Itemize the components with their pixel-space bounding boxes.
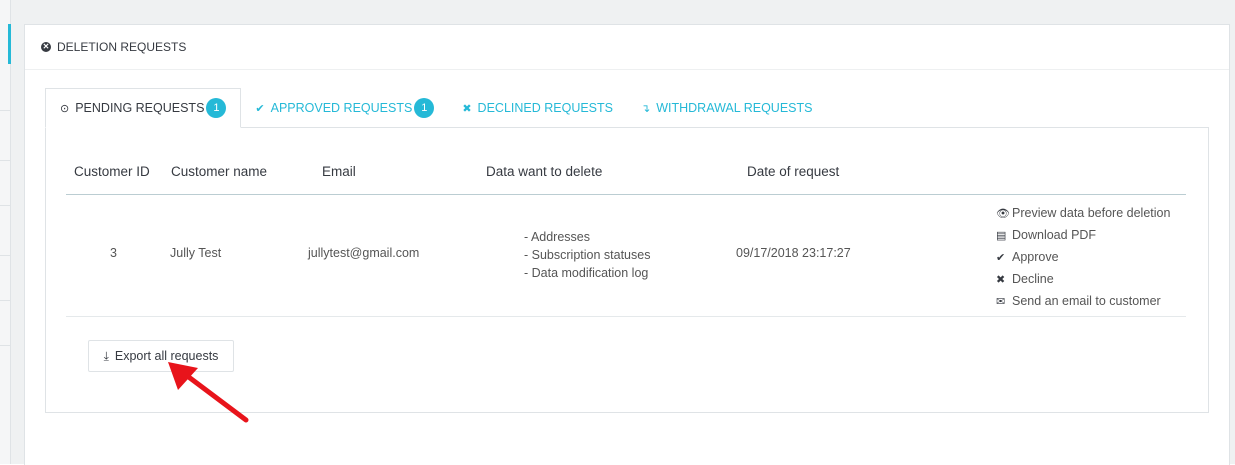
tab-declined-requests[interactable]: ✖ DECLINED REQUESTS: [448, 88, 627, 128]
arrow-down-icon: ↴: [641, 102, 651, 115]
x-icon: ✖: [996, 274, 1006, 286]
tab-approved-requests[interactable]: ✔ APPROVED REQUESTS 1: [241, 88, 448, 128]
delete-item: - Subscription statuses: [524, 248, 651, 262]
preview-data-link[interactable]: 👁 Preview data before deletion: [996, 203, 1170, 225]
envelope-icon: ✉: [996, 296, 1006, 308]
column-header-date: Date of request: [747, 164, 840, 179]
tab-label: WITHDRAWAL REQUESTS: [656, 101, 813, 115]
delete-item: - Addresses: [524, 230, 591, 244]
column-header-data-to-delete: Data want to delete: [486, 164, 603, 179]
send-email-link[interactable]: ✉ Send an email to customer: [996, 291, 1170, 313]
file-icon: ▤: [996, 230, 1007, 242]
download-icon: ⤓: [103, 348, 109, 363]
check-icon: ✔: [996, 252, 1006, 264]
count-badge: 1: [206, 98, 227, 118]
decline-link[interactable]: ✖ Decline: [996, 269, 1170, 291]
count-badge: 1: [414, 98, 435, 118]
header-divider: [66, 194, 1186, 195]
cell-customer-name: Jully Test: [170, 246, 222, 260]
delete-item: - Data modification log: [524, 266, 649, 280]
close-circle-icon: ✕: [41, 42, 51, 52]
tab-pending-requests[interactable]: ⊙ PENDING REQUESTS 1: [45, 88, 242, 128]
x-icon: ✖: [462, 102, 472, 115]
request-tabs: ⊙ PENDING REQUESTS 1 ✔ APPROVED REQUESTS…: [45, 88, 826, 128]
row-actions: 👁 Preview data before deletion ▤ Download …: [996, 203, 1170, 313]
check-icon: ✔: [255, 102, 265, 115]
cell-email: jullytest@gmail.com: [308, 246, 420, 260]
column-header-email: Email: [322, 164, 356, 179]
tab-label: APPROVED REQUESTS: [270, 101, 413, 115]
cell-customer-id: 3: [110, 246, 117, 260]
tab-withdrawal-requests[interactable]: ↴ WITHDRAWAL REQUESTS: [627, 88, 826, 128]
column-header-customer-id: Customer ID: [74, 164, 150, 179]
eye-icon: 👁: [996, 208, 1010, 220]
annotation-arrow-icon: [168, 362, 249, 423]
clock-icon: ⊙: [60, 102, 70, 115]
column-header-customer-name: Customer name: [171, 164, 268, 179]
sidebar-active-accent: [8, 24, 11, 64]
page-background: ✕ DELETION REQUESTS ⊙ PENDING REQUESTS 1…: [0, 0, 1235, 465]
tab-label: PENDING REQUESTS: [75, 101, 205, 115]
cell-date: 09/17/2018 23:17:27: [736, 246, 851, 260]
cell-data-to-delete: - Addresses - Subscription statuses - Da…: [524, 228, 650, 282]
tab-label: DECLINED REQUESTS: [477, 101, 613, 115]
download-pdf-link[interactable]: ▤ Download PDF: [996, 225, 1170, 247]
approve-link[interactable]: ✔ Approve: [996, 247, 1170, 269]
panel-heading: ✕ DELETION REQUESTS: [25, 25, 1229, 70]
row-divider: [66, 316, 1186, 317]
left-sidebar-edge: [0, 0, 11, 464]
panel-title: DELETION REQUESTS: [57, 40, 187, 54]
